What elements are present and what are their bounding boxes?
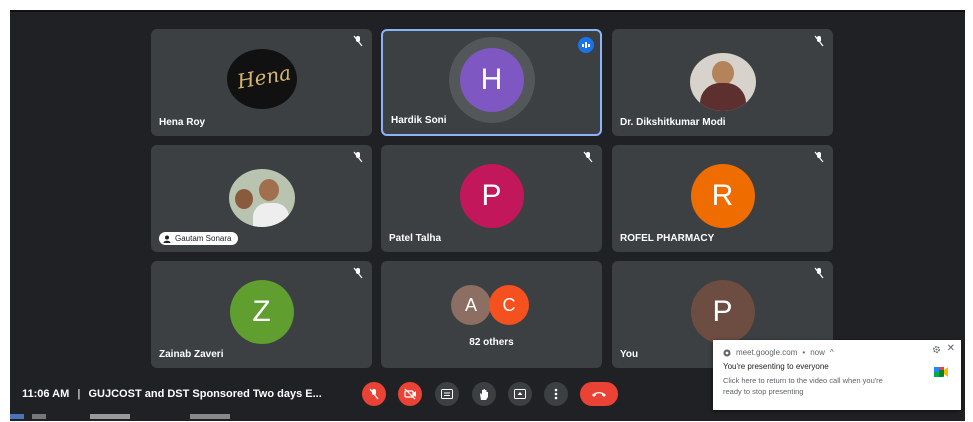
hang-up-icon xyxy=(592,392,606,397)
source-domain: meet.google.com xyxy=(736,348,798,357)
muted-mic-icon xyxy=(814,35,824,47)
avatar: R xyxy=(690,164,755,229)
speaking-indicator-icon xyxy=(578,37,594,53)
others-count: 82 others xyxy=(469,337,514,348)
notification-source: meet.google.com • now ^ xyxy=(723,348,834,357)
avatar: Z xyxy=(229,280,294,345)
participant-tile-hardik-soni[interactable]: H Hardik Soni xyxy=(381,29,602,136)
gear-icon[interactable] xyxy=(932,345,941,354)
participant-name: You xyxy=(620,349,639,360)
profile-photo xyxy=(690,53,756,111)
avatar: C xyxy=(489,285,529,325)
clock-time: 11:06 AM xyxy=(22,388,70,400)
participant-name: Dr. Dikshitkumar Modi xyxy=(620,117,726,128)
participant-name: ROFEL PHARMACY xyxy=(620,233,715,244)
muted-mic-icon xyxy=(583,151,593,163)
close-icon[interactable]: ✕ xyxy=(947,343,955,354)
muted-mic-icon xyxy=(814,151,824,163)
participant-name: Patel Talha xyxy=(389,233,442,244)
chrome-icon xyxy=(723,349,731,356)
notification-body: Click here to return to the video call w… xyxy=(723,376,883,396)
avatar: H xyxy=(459,48,524,113)
mic-toggle-button[interactable] xyxy=(362,382,386,406)
participant-tile-patel-talha[interactable]: P Patel Talha xyxy=(381,145,602,252)
muted-mic-icon xyxy=(353,35,363,47)
camera-off-icon xyxy=(403,388,416,400)
more-options-icon xyxy=(554,388,558,400)
muted-mic-icon xyxy=(353,151,363,163)
meet-window: Hena Hena Roy H Hardik Soni Dr. Dikshitk… xyxy=(10,10,965,421)
google-meet-icon xyxy=(934,367,948,377)
taskbar-strip xyxy=(10,414,270,419)
hena-avatar: Hena xyxy=(227,49,297,109)
participant-tile-hena-roy[interactable]: Hena Hena Roy xyxy=(151,29,372,136)
participant-tile-dikshitkumar-modi[interactable]: Dr. Dikshitkumar Modi xyxy=(612,29,833,136)
avatar: P xyxy=(690,280,755,345)
mic-off-icon xyxy=(369,388,379,400)
muted-mic-icon xyxy=(814,267,824,279)
participant-tile-zainab-zaveri[interactable]: Z Zainab Zaveri xyxy=(151,261,372,368)
captions-button[interactable] xyxy=(435,382,459,406)
pinned-name-badge: Gautam Sonara xyxy=(159,232,239,245)
profile-photo xyxy=(229,169,295,227)
notification-title: You're presenting to everyone xyxy=(723,362,829,371)
present-icon xyxy=(514,389,526,399)
participant-tile-others[interactable]: A C 82 others xyxy=(381,261,602,368)
notification-time: now xyxy=(810,348,825,357)
person-icon xyxy=(163,235,171,243)
leave-call-button[interactable] xyxy=(580,382,618,406)
avatar: P xyxy=(459,164,524,229)
present-button[interactable] xyxy=(508,382,532,406)
presenting-notification[interactable]: meet.google.com • now ^ ✕ You're present… xyxy=(713,340,961,410)
camera-toggle-button[interactable] xyxy=(398,382,422,406)
participant-name: Hena Roy xyxy=(159,117,206,128)
muted-mic-icon xyxy=(353,267,363,279)
captions-icon xyxy=(441,389,453,399)
meeting-title: GUJCOST and DST Sponsored Two days E... xyxy=(88,388,322,400)
participant-name: Hardik Soni xyxy=(391,115,447,126)
participant-tile-gautam-sonara[interactable]: Gautam Sonara xyxy=(151,145,372,252)
separator: | xyxy=(77,388,81,400)
raise-hand-button[interactable] xyxy=(472,382,496,406)
expand-chevron-icon[interactable]: ^ xyxy=(830,348,834,357)
avatar: A xyxy=(451,285,491,325)
participant-name: Zainab Zaveri xyxy=(159,349,224,360)
raise-hand-icon xyxy=(480,388,488,400)
participant-tile-rofel-pharmacy[interactable]: R ROFEL PHARMACY xyxy=(612,145,833,252)
more-options-button[interactable] xyxy=(544,382,568,406)
meeting-info: 11:06 AM | GUJCOST and DST Sponsored Two… xyxy=(22,388,322,400)
participant-name: Gautam Sonara xyxy=(175,234,232,243)
signature-text: Hena xyxy=(235,60,293,94)
